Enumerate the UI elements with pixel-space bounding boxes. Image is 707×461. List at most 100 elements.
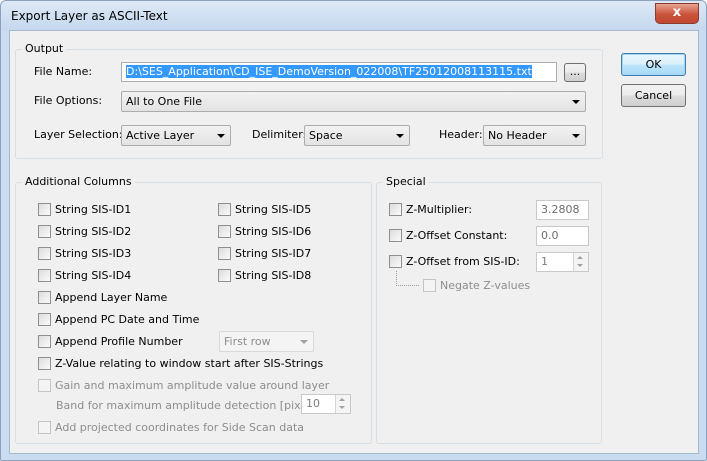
z-offset-constant-checkbox[interactable]: Z-Offset Constant: [389, 229, 507, 242]
checkbox-box [218, 269, 231, 282]
chevron-down-icon [217, 134, 225, 138]
checkbox-label: Append Profile Number [55, 335, 183, 348]
checkbox-box [38, 313, 51, 326]
browse-label: ... [569, 65, 581, 78]
dialog-client-area: Output File Name: D:\SES_Application\CD_… [9, 30, 699, 454]
additional-columns-group: Additional Columns String SIS-ID1 String… [15, 175, 372, 444]
z-offset-constant-value: 0.0 [541, 229, 559, 242]
export-dialog-window: Export Layer as ASCII-Text x Output File… [0, 0, 707, 461]
checkbox-label: String SIS-ID4 [55, 269, 132, 282]
arrow-up-icon [339, 398, 345, 401]
checkbox-label: Gain and maximum amplitude value around … [55, 379, 330, 392]
checkbox-label: Z-Offset Constant: [406, 229, 508, 242]
layer-selection-value: Active Layer [126, 129, 195, 142]
checkbox-box [218, 225, 231, 238]
special-group: Special Z-Multiplier: 3.2808 Z-Offset Co… [376, 175, 602, 444]
append-pc-date-checkbox[interactable]: Append PC Date and Time [38, 313, 199, 326]
checkbox-box [38, 421, 51, 434]
checkbox-box [423, 279, 436, 292]
arrow-down-icon [339, 406, 345, 409]
window-title: Export Layer as ASCII-Text [11, 9, 168, 23]
z-multiplier-value: 3.2808 [541, 203, 580, 216]
z-offset-constant-input[interactable]: 0.0 [536, 226, 589, 246]
file-name-value: D:\SES_Application\CD_ISE_DemoVersion_02… [126, 65, 532, 78]
checkbox-box [38, 269, 51, 282]
layer-selection-label: Layer Selection: [34, 128, 123, 141]
arrow-down-icon [577, 264, 583, 267]
z-offset-sis-id-checkbox[interactable]: Z-Offset from SIS-ID: [389, 255, 520, 268]
checkbox-label: Z-Offset from SIS-ID: [406, 255, 520, 268]
checkbox-box [38, 357, 51, 370]
band-value: 10 [306, 397, 320, 410]
string-sis-id6-checkbox[interactable]: String SIS-ID6 [218, 225, 311, 238]
checkbox-label: Z-Value relating to window start after S… [55, 357, 324, 370]
checkbox-label: String SIS-ID6 [235, 225, 312, 238]
delimiter-value: Space [309, 129, 343, 142]
string-sis-id2-checkbox[interactable]: String SIS-ID2 [38, 225, 131, 238]
browse-button[interactable]: ... [564, 63, 586, 82]
string-sis-id1-checkbox[interactable]: String SIS-ID1 [38, 203, 131, 216]
checkbox-label: Append PC Date and Time [55, 313, 200, 326]
delimiter-label: Delimiter: [252, 128, 307, 141]
spinner-buttons[interactable] [573, 253, 588, 271]
z-value-relating-checkbox[interactable]: Z-Value relating to window start after S… [38, 357, 323, 370]
checkbox-label: String SIS-ID7 [235, 247, 312, 260]
append-profile-number-checkbox[interactable]: Append Profile Number [38, 335, 183, 348]
arrow-up-icon [577, 256, 583, 259]
cancel-label: Cancel [634, 89, 673, 102]
header-label: Header: [439, 128, 483, 141]
checkbox-label: Add projected coordinates for Side Scan … [55, 421, 305, 434]
close-button[interactable]: x [655, 3, 699, 24]
append-layer-name-checkbox[interactable]: Append Layer Name [38, 291, 167, 304]
gain-max-amplitude-checkbox[interactable]: Gain and maximum amplitude value around … [38, 379, 329, 392]
string-sis-id8-checkbox[interactable]: String SIS-ID8 [218, 269, 311, 282]
checkbox-box [38, 379, 51, 392]
checkbox-label: String SIS-ID2 [55, 225, 132, 238]
chevron-down-icon [572, 134, 580, 138]
string-sis-id7-checkbox[interactable]: String SIS-ID7 [218, 247, 311, 260]
band-spinner[interactable]: 10 [301, 394, 351, 414]
string-sis-id5-checkbox[interactable]: String SIS-ID5 [218, 203, 311, 216]
checkbox-label: Append Layer Name [55, 291, 168, 304]
checkbox-box [218, 247, 231, 260]
spinner-buttons[interactable] [335, 395, 350, 413]
negate-z-values-checkbox[interactable]: Negate Z-values [423, 279, 530, 292]
checkbox-box [389, 255, 402, 268]
checkbox-box [38, 335, 51, 348]
output-group-title: Output [22, 42, 67, 55]
string-sis-id4-checkbox[interactable]: String SIS-ID4 [38, 269, 131, 282]
string-sis-id3-checkbox[interactable]: String SIS-ID3 [38, 247, 131, 260]
file-options-select[interactable]: All to One File [121, 91, 586, 112]
ok-button[interactable]: OK [621, 53, 686, 76]
layer-selection-select[interactable]: Active Layer [121, 125, 231, 146]
header-select[interactable]: No Header [483, 125, 586, 146]
checkbox-label: String SIS-ID5 [235, 203, 312, 216]
cancel-button[interactable]: Cancel [621, 84, 686, 107]
checkbox-label: Z-Multiplier: [406, 203, 473, 216]
file-options-value: All to One File [126, 95, 202, 108]
checkbox-label: String SIS-ID3 [55, 247, 132, 260]
profile-row-select[interactable]: First row [219, 331, 314, 352]
header-value: No Header [488, 129, 547, 142]
additional-columns-title: Additional Columns [22, 175, 135, 188]
output-group: Output File Name: D:\SES_Application\CD_… [15, 42, 603, 159]
file-options-label: File Options: [34, 94, 103, 107]
checkbox-label: String SIS-ID8 [235, 269, 312, 282]
z-offset-sis-id-spinner[interactable]: 1 [536, 252, 589, 272]
ok-label: OK [645, 58, 662, 71]
add-projected-coords-checkbox[interactable]: Add projected coordinates for Side Scan … [38, 421, 304, 434]
special-group-title: Special [383, 175, 429, 188]
checkbox-label: Negate Z-values [440, 279, 531, 292]
title-bar[interactable]: Export Layer as ASCII-Text x [1, 1, 706, 30]
z-multiplier-checkbox[interactable]: Z-Multiplier: [389, 203, 472, 216]
checkbox-box [389, 229, 402, 242]
file-name-input[interactable]: D:\SES_Application\CD_ISE_DemoVersion_02… [121, 62, 557, 82]
delimiter-select[interactable]: Space [304, 125, 410, 146]
checkbox-label: String SIS-ID1 [55, 203, 132, 216]
chevron-down-icon [572, 100, 580, 104]
z-multiplier-input[interactable]: 3.2808 [536, 200, 589, 220]
checkbox-box [389, 203, 402, 216]
file-name-label: File Name: [34, 65, 93, 78]
tree-connector [396, 271, 419, 286]
checkbox-box [38, 247, 51, 260]
